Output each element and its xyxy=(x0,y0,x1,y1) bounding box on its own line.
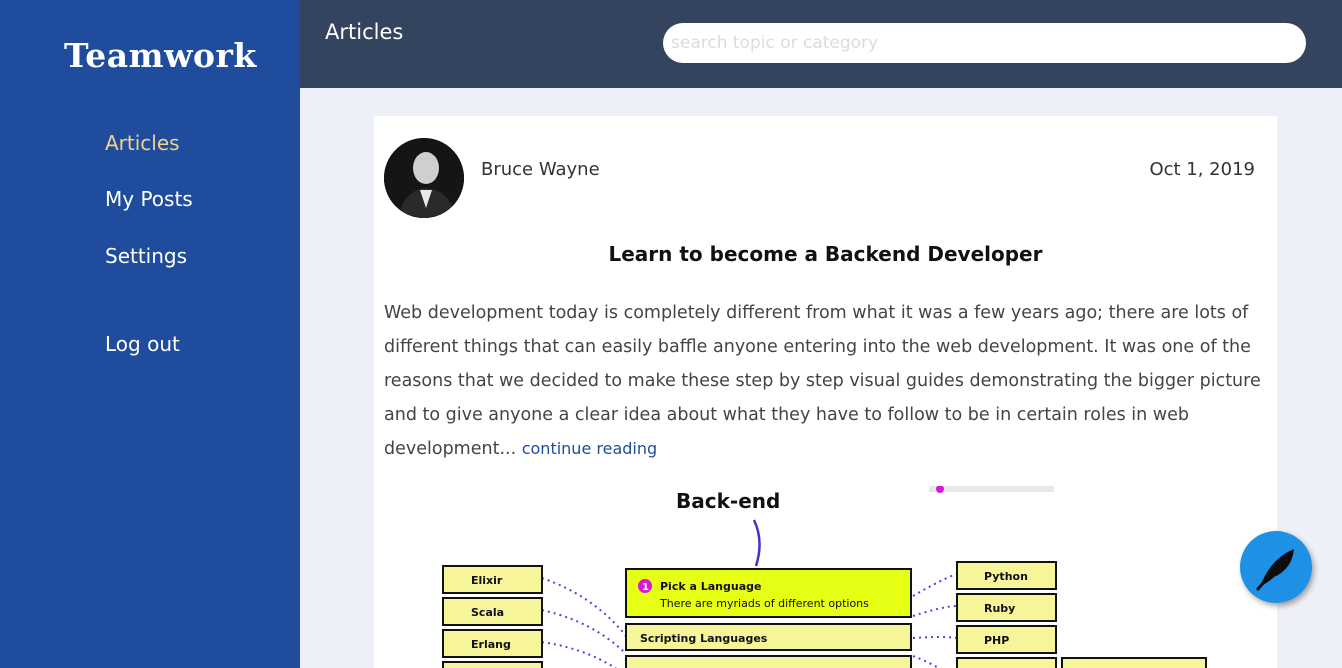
author-avatar[interactable] xyxy=(384,138,464,218)
roadmap-left-item: Elixir xyxy=(471,574,503,587)
feather-icon xyxy=(1256,549,1294,591)
step-number: 1 xyxy=(642,582,649,593)
sidebar-item-articles[interactable]: Articles xyxy=(105,131,180,155)
write-post-button[interactable] xyxy=(1240,531,1312,603)
sidebar: Teamwork Articles My Posts Settings Log … xyxy=(0,0,300,668)
excerpt-text: Web development today is completely diff… xyxy=(384,303,1261,459)
roadmap-right-item: Python xyxy=(984,570,1028,583)
backend-roadmap-image: Back-end Elixir Scala Erlang Python Ruby… xyxy=(384,485,1269,668)
roadmap-right-item: PHP xyxy=(984,634,1009,647)
roadmap-left-item: Erlang xyxy=(471,638,511,651)
article-card: Bruce Wayne Oct 1, 2019 Learn to become … xyxy=(374,116,1277,668)
post-date: Oct 1, 2019 xyxy=(1149,159,1255,180)
author-name[interactable]: Bruce Wayne xyxy=(481,159,600,180)
sidebar-item-my-posts[interactable]: My Posts xyxy=(105,187,193,211)
page-title: Articles xyxy=(325,20,404,44)
brand-logo: Teamwork xyxy=(64,36,257,75)
roadmap-left-item: Scala xyxy=(471,606,504,619)
roadmap-right-item: Ruby xyxy=(984,602,1015,615)
roadmap-heading: Back-end xyxy=(676,489,780,513)
post-title[interactable]: Learn to become a Backend Developer xyxy=(374,242,1277,266)
continue-reading-link[interactable]: continue reading xyxy=(522,439,657,458)
roadmap-step-subtitle: There are myriads of different options xyxy=(659,597,869,610)
post-excerpt: Web development today is completely diff… xyxy=(384,296,1269,466)
sidebar-item-settings[interactable]: Settings xyxy=(105,244,187,268)
topbar: Articles xyxy=(300,0,1342,88)
logout-link[interactable]: Log out xyxy=(105,332,180,356)
roadmap-middle-box: Scripting Languages xyxy=(640,632,768,645)
search-input[interactable] xyxy=(663,23,1306,63)
roadmap-step-title: Pick a Language xyxy=(660,580,761,593)
